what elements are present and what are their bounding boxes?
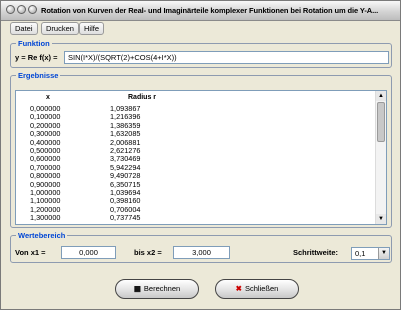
close-window-icon[interactable] [6, 5, 15, 14]
main-window: Rotation von Kurven der Real- und Imagin… [0, 0, 401, 310]
column-header-radius: Radius r [128, 94, 157, 101]
step-value: 0,1 [355, 249, 366, 258]
cell-x: 1,300000 [30, 213, 61, 223]
close-button-label: Schließen [244, 284, 279, 293]
x2-input[interactable]: 3,000 [173, 246, 230, 259]
x1-label: Von x1 = [15, 248, 46, 257]
menu-hilfe[interactable]: Hilfe [79, 22, 105, 35]
cell-radius: 0,737745 [110, 213, 141, 223]
step-label: Schrittweite: [293, 248, 339, 257]
minimize-window-icon[interactable] [17, 5, 26, 14]
column-header-x: x [46, 94, 50, 101]
table-row[interactable]: 1,300000 0,737745 [30, 213, 230, 223]
close-x-icon: ✖ [235, 284, 242, 293]
calculate-button-label: Berechnen [143, 284, 181, 293]
close-button[interactable]: ✖ Schließen [215, 279, 299, 299]
menu-drucken[interactable]: Drucken [41, 22, 79, 35]
funktion-group-title: Funktion [16, 39, 52, 48]
ergebnisse-group: Ergebnisse x Radius r 0,000000 1,093867 0,… [10, 71, 392, 228]
scroll-thumb[interactable] [377, 102, 385, 142]
scroll-down-icon[interactable]: ▼ [376, 214, 386, 224]
scroll-up-icon[interactable]: ▲ [376, 91, 386, 101]
menu-bar: Datei Drucken Hilfe [1, 21, 400, 36]
function-label: y = Re f(x) = [15, 53, 58, 62]
maximize-window-icon[interactable] [28, 5, 37, 14]
results-rows: 0,000000 1,093867 0,100000 1,216396 0,200000… [30, 104, 230, 223]
step-dropdown[interactable]: 0,1 ▼ [351, 247, 390, 260]
funktion-group: Funktion y = Re f(x) = SIN(I*X)/(SQRT(2)… [10, 39, 392, 68]
calculate-button[interactable]: ▦ Berechnen [115, 279, 199, 299]
menu-datei[interactable]: Datei [10, 22, 38, 35]
function-input[interactable]: SIN(I*X)/(SQRT(2)+COS(4+I*X)) [64, 51, 389, 64]
results-scrollbar[interactable]: ▲ ▼ [375, 91, 386, 224]
wertebereich-group-title: Wertebereich [16, 231, 68, 240]
x1-input[interactable]: 0,000 [61, 246, 116, 259]
x2-label: bis x2 = [134, 248, 162, 257]
calculator-icon: ▦ [133, 284, 141, 293]
ergebnisse-group-title: Ergebnisse [16, 71, 61, 80]
wertebereich-group: Wertebereich Von x1 = 0,000 bis x2 = 3,0… [10, 231, 392, 263]
results-list[interactable]: x Radius r 0,000000 1,093867 0,100000 1,216… [15, 90, 387, 225]
title-bar: Rotation von Kurven der Real- und Imagin… [1, 1, 400, 21]
window-title: Rotation von Kurven der Real- und Imagin… [41, 6, 379, 15]
chevron-down-icon[interactable]: ▼ [378, 248, 389, 259]
